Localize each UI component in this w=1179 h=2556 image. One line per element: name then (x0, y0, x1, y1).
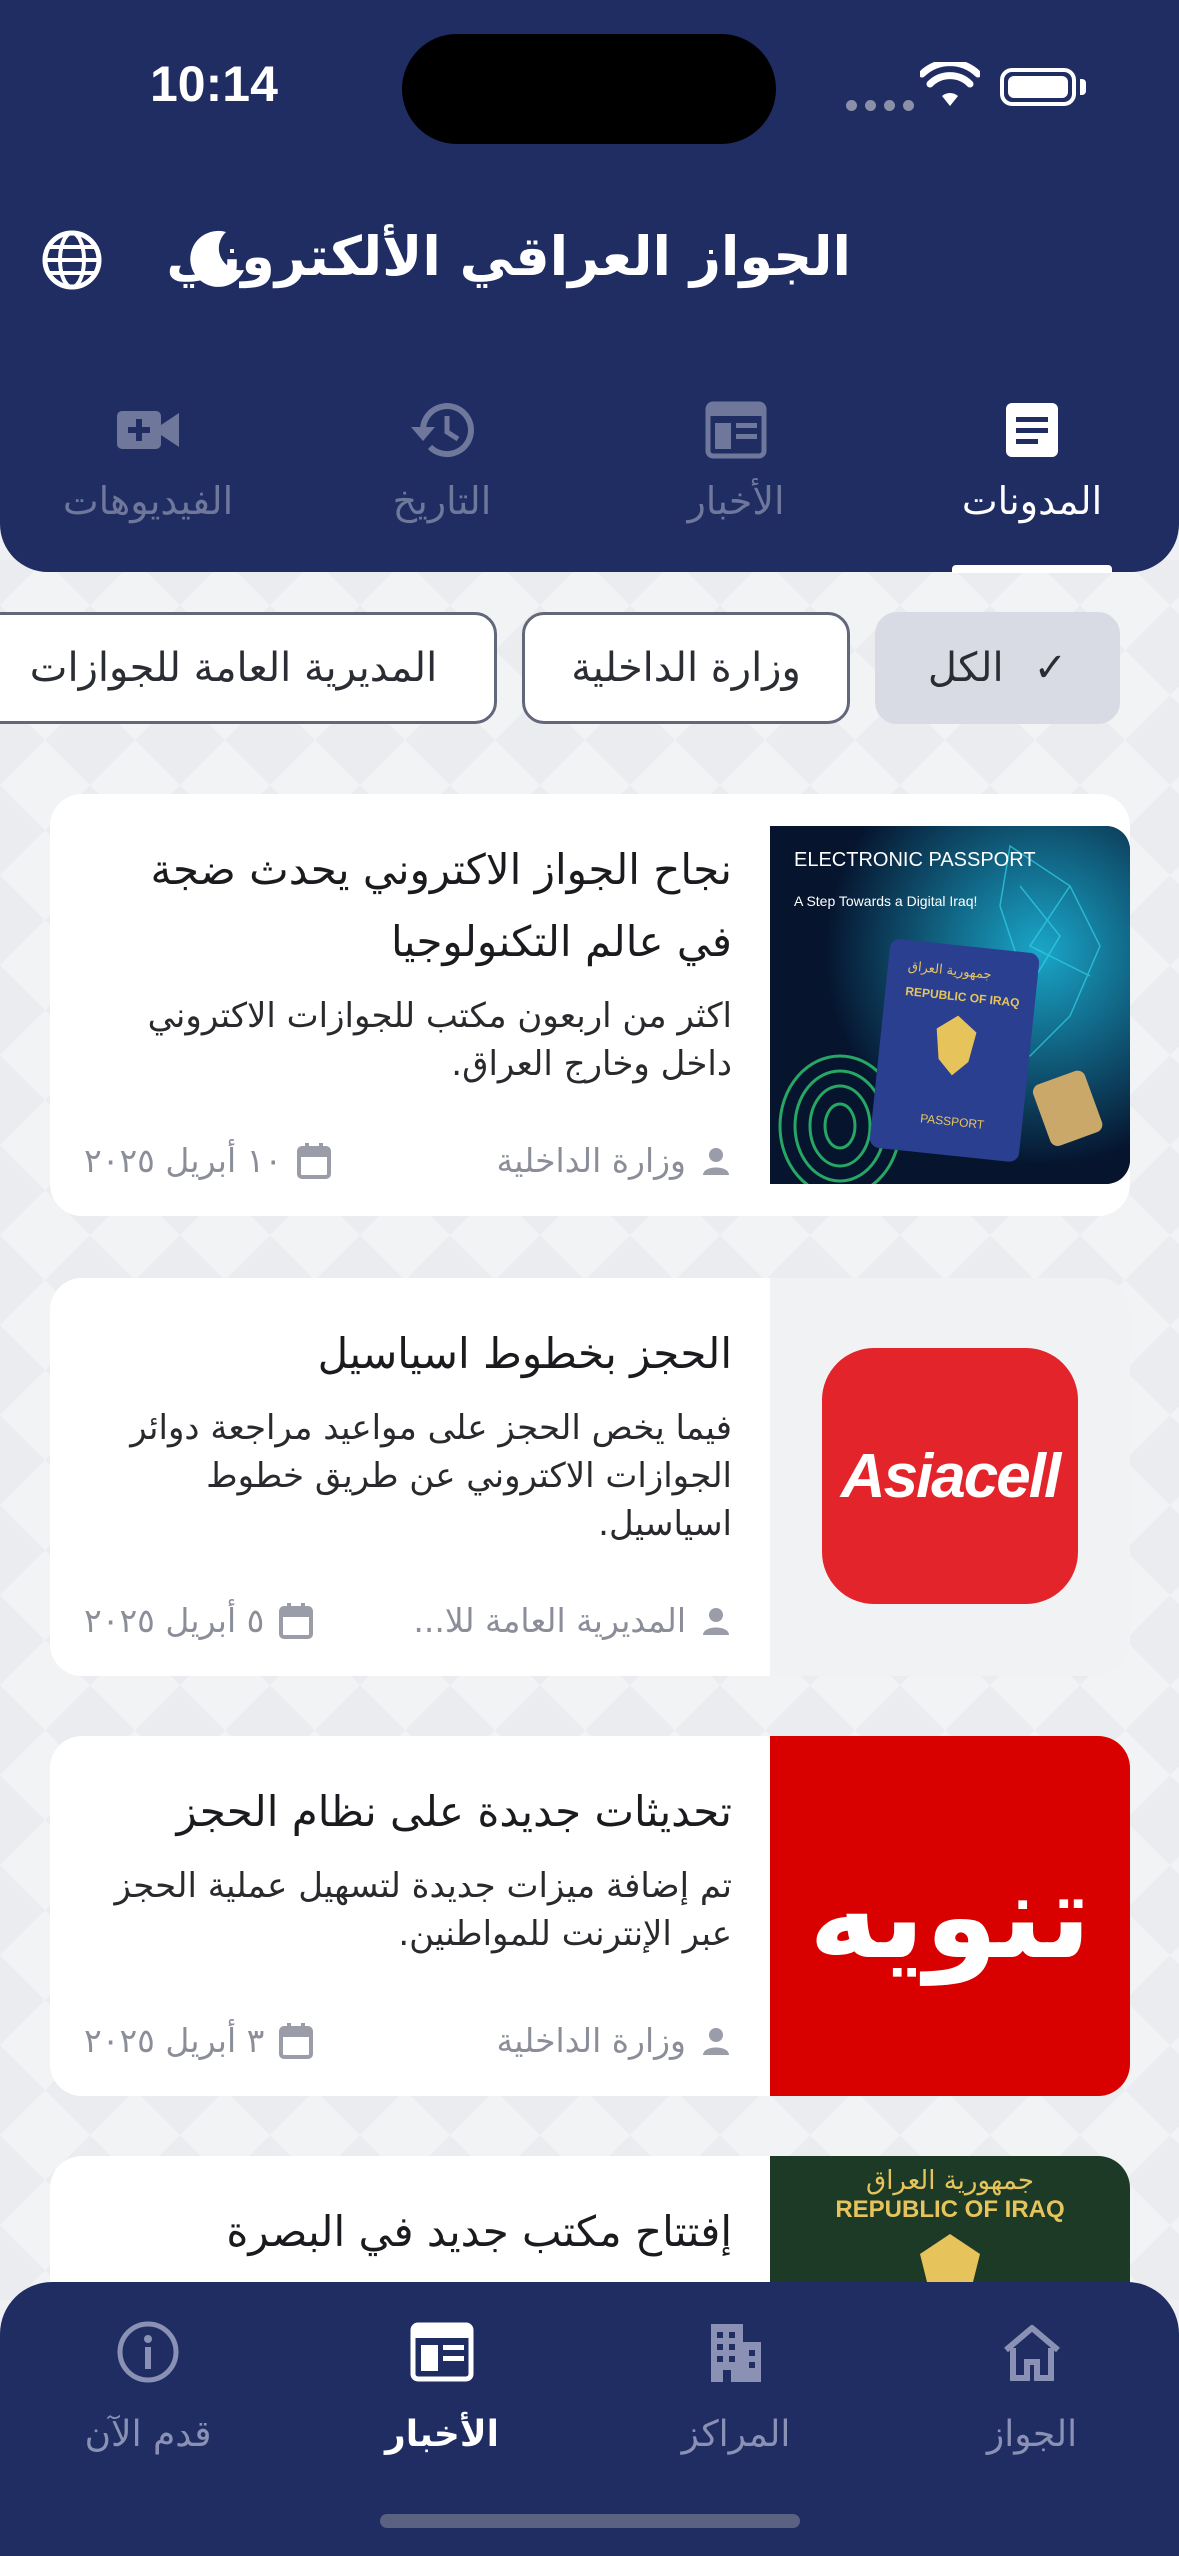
home-icon (912, 2312, 1152, 2392)
author-name: المديرية العامة للا... (413, 1601, 686, 1640)
calendar-icon (279, 1602, 314, 1639)
post-title: نجاح الجواز الاكتروني يحدث ضجة في عالم ا… (150, 845, 732, 966)
post-title: إفتتاح مكتب جديد في البصرة (226, 2207, 732, 2256)
calendar-icon (279, 2022, 314, 2059)
post-meta: المديرية العامة للا... ٥ أبريل ٢٠٢٥ (84, 1601, 732, 1640)
asiacell-logo: Asiacell (822, 1348, 1078, 1604)
post-card[interactable]: تنويه تحديثات جديدة على نظام الحجز تم إض… (50, 1736, 1130, 2096)
tab-label: الفيديوهات (62, 479, 234, 523)
author-name: وزارة الداخلية (496, 2021, 686, 2060)
top-tabs: المدونات الأخبار التاريخ الفيديوهات (0, 395, 1179, 545)
date-text: ١٠ أبريل ٢٠٢٥ (84, 1141, 283, 1180)
tab-videos[interactable]: الفيديوهات (28, 395, 268, 523)
battery-icon (1000, 68, 1076, 106)
tab-label: التاريخ (392, 479, 492, 523)
tab-label: المدونات (961, 479, 1103, 523)
tab-history[interactable]: التاريخ (322, 395, 562, 523)
chip-label: الكل (927, 645, 1004, 691)
status-time: 10:14 (150, 56, 278, 112)
wifi-icon (920, 62, 980, 106)
tab-blogs[interactable]: المدونات (912, 395, 1152, 523)
history-icon (322, 395, 562, 465)
logo-text: Asiacell (840, 1441, 1061, 1511)
filter-chip-ministry[interactable]: وزارة الداخلية (522, 612, 850, 724)
info-icon (28, 2312, 268, 2392)
person-icon (703, 2027, 729, 2055)
active-tab-indicator (952, 565, 1112, 573)
banner-text: تنويه (808, 1847, 1092, 1985)
filter-chip-all[interactable]: ✓ الكل (875, 612, 1120, 724)
app-header: 10:14 الجواز العراقي الألكتروني المدونات (0, 0, 1179, 572)
person-icon (703, 1607, 729, 1635)
post-content: تحديثات جديدة على نظام الحجز تم إضافة مي… (84, 1776, 732, 1958)
chip-label: المديرية العامة للجوازات (29, 645, 438, 691)
tab-label: الأخبار (687, 479, 785, 523)
date-text: ٣ أبريل ٢٠٢٥ (84, 2021, 265, 2060)
post-description: فيما يخص الحجز على مواعيد مراجعة دوائر ا… (130, 1408, 732, 1544)
post-content: الحجز بخطوط اسياسيل فيما يخص الحجز على م… (84, 1318, 732, 1548)
moon-icon[interactable] (186, 228, 248, 290)
post-title: الحجز بخطوط اسياسيل (317, 1329, 732, 1378)
post-meta: وزارة الداخلية ٣ أبريل ٢٠٢٥ (84, 2021, 732, 2060)
thumb-sub: A Step Towards a Digital Iraq! (794, 893, 977, 909)
post-content: نجاح الجواز الاكتروني يحدث ضجة في عالم ا… (84, 834, 732, 1088)
post-thumbnail: تنويه (770, 1736, 1130, 2096)
battery-cap (1080, 79, 1086, 95)
nav-item-centers[interactable]: المراكز (616, 2312, 856, 2455)
chip-label: وزارة الداخلية (571, 645, 801, 691)
nav-label: المراكز (681, 2414, 791, 2455)
checkmark-icon: ✓ (1033, 645, 1068, 691)
tab-news[interactable]: الأخبار (616, 395, 856, 523)
document-icon (912, 395, 1152, 465)
video-add-icon (28, 395, 268, 465)
post-title: تحديثات جديدة على نظام الحجز (176, 1787, 732, 1836)
filter-chip-directorate[interactable]: المديرية العامة للجوازات (0, 612, 497, 724)
globe-icon[interactable] (40, 228, 104, 292)
thumb-arabic: جمهورية العراق (866, 2166, 1034, 2196)
post-author: وزارة الداخلية (497, 2021, 732, 2060)
nav-item-apply[interactable]: قدم الآن (28, 2312, 268, 2455)
post-date: ٣ أبريل ٢٠٢٥ (84, 2021, 314, 2060)
nav-label: الجواز (986, 2414, 1078, 2455)
post-thumbnail: ELECTRONIC PASSPORT A Step Towards a Dig… (770, 826, 1130, 1184)
date-text: ٥ أبريل ٢٠٢٥ (84, 1601, 265, 1640)
newspaper-icon (616, 395, 856, 465)
post-content: إفتتاح مكتب جديد في البصرة (84, 2196, 732, 2268)
post-card[interactable]: ELECTRONIC PASSPORT A Step Towards a Dig… (50, 794, 1130, 1216)
post-thumbnail: Asiacell (770, 1278, 1130, 1676)
person-icon (703, 1147, 729, 1175)
app-title: الجواز العراقي الألكتروني (166, 225, 851, 288)
nav-label: قدم الآن (84, 2414, 212, 2455)
dynamic-island (402, 34, 776, 144)
buildings-icon (616, 2312, 856, 2392)
post-card[interactable]: Asiacell الحجز بخطوط اسياسيل فيما يخص ال… (50, 1278, 1130, 1676)
post-meta: وزارة الداخلية ١٠ أبريل ٢٠٢٥ (84, 1141, 732, 1180)
cellular-signal-icon (846, 96, 922, 115)
thumb-heading: ELECTRONIC PASSPORT (794, 849, 1036, 871)
calendar-icon (297, 1142, 332, 1179)
post-date: ٥ أبريل ٢٠٢٥ (84, 1601, 314, 1640)
post-description: اكثر من اربعون مكتب للجوازات الاكتروني د… (147, 996, 732, 1084)
nav-item-passport[interactable]: الجواز (912, 2312, 1152, 2455)
thumb-text: REPUBLIC OF IRAQ (835, 2196, 1065, 2223)
home-indicator (380, 2514, 800, 2528)
post-date: ١٠ أبريل ٢٠٢٥ (84, 1141, 332, 1180)
post-author: المديرية العامة للا... (413, 1601, 732, 1640)
post-description: تم إضافة ميزات جديدة لتسهيل عملية الحجز … (114, 1866, 732, 1954)
author-name: وزارة الداخلية (496, 1141, 686, 1180)
nav-label: الأخبار (384, 2414, 500, 2455)
post-author: وزارة الداخلية (497, 1141, 732, 1180)
filter-chips: ✓ الكل وزارة الداخلية المديرية العامة لل… (0, 612, 1179, 726)
nav-item-news[interactable]: الأخبار (322, 2312, 562, 2455)
newspaper-icon (322, 2312, 562, 2392)
